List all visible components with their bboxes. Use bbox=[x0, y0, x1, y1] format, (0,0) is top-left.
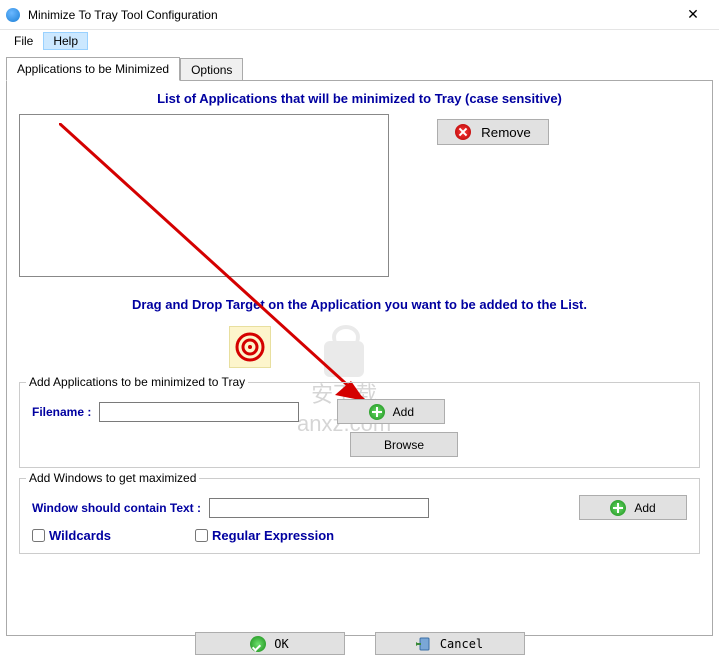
tab-options[interactable]: Options bbox=[180, 58, 243, 81]
browse-button[interactable]: Browse bbox=[350, 432, 458, 457]
menu-help[interactable]: Help bbox=[43, 32, 88, 50]
window-text-input[interactable] bbox=[209, 498, 429, 518]
add-icon bbox=[610, 500, 626, 516]
regex-label[interactable]: Regular Expression bbox=[212, 528, 334, 543]
menu-bar: File Help bbox=[0, 30, 719, 52]
tab-applications[interactable]: Applications to be Minimized bbox=[6, 57, 180, 81]
list-heading: List of Applications that will be minimi… bbox=[19, 91, 700, 106]
lock-icon bbox=[324, 341, 364, 377]
dialog-buttons: OK Cancel bbox=[0, 626, 719, 661]
group-add-window: Add Windows to get maximized Window shou… bbox=[19, 478, 700, 554]
menu-file[interactable]: File bbox=[4, 32, 43, 50]
add-window-button[interactable]: Add bbox=[579, 495, 687, 520]
filename-label: Filename : bbox=[32, 405, 91, 419]
wildcards-checkbox[interactable] bbox=[32, 529, 45, 542]
ok-button[interactable]: OK bbox=[195, 632, 345, 655]
wildcards-label[interactable]: Wildcards bbox=[49, 528, 111, 543]
drag-hint: Drag and Drop Target on the Application … bbox=[19, 297, 700, 312]
window-title: Minimize To Tray Tool Configuration bbox=[28, 8, 673, 22]
tab-content: List of Applications that will be minimi… bbox=[6, 80, 713, 636]
add-icon bbox=[369, 404, 385, 420]
window-text-label: Window should contain Text : bbox=[32, 501, 201, 515]
filename-input[interactable] bbox=[99, 402, 299, 422]
group-add-application: Add Applications to be minimized to Tray… bbox=[19, 382, 700, 468]
regex-checkbox[interactable] bbox=[195, 529, 208, 542]
drag-target[interactable] bbox=[229, 326, 271, 368]
remove-button[interactable]: Remove bbox=[437, 119, 549, 145]
target-icon bbox=[235, 332, 265, 362]
ok-icon bbox=[250, 636, 266, 652]
cancel-icon bbox=[416, 636, 432, 652]
tab-strip: Applications to be Minimized Options bbox=[6, 56, 713, 80]
cancel-button[interactable]: Cancel bbox=[375, 632, 525, 655]
applications-listbox[interactable] bbox=[19, 114, 389, 277]
close-button[interactable]: ✕ bbox=[673, 1, 713, 29]
group-add-window-legend: Add Windows to get maximized bbox=[26, 471, 199, 485]
app-icon bbox=[6, 8, 20, 22]
group-add-application-legend: Add Applications to be minimized to Tray bbox=[26, 375, 248, 389]
title-bar: Minimize To Tray Tool Configuration ✕ bbox=[0, 0, 719, 30]
remove-button-label: Remove bbox=[481, 125, 531, 140]
remove-icon bbox=[455, 124, 471, 140]
add-application-button[interactable]: Add bbox=[337, 399, 445, 424]
